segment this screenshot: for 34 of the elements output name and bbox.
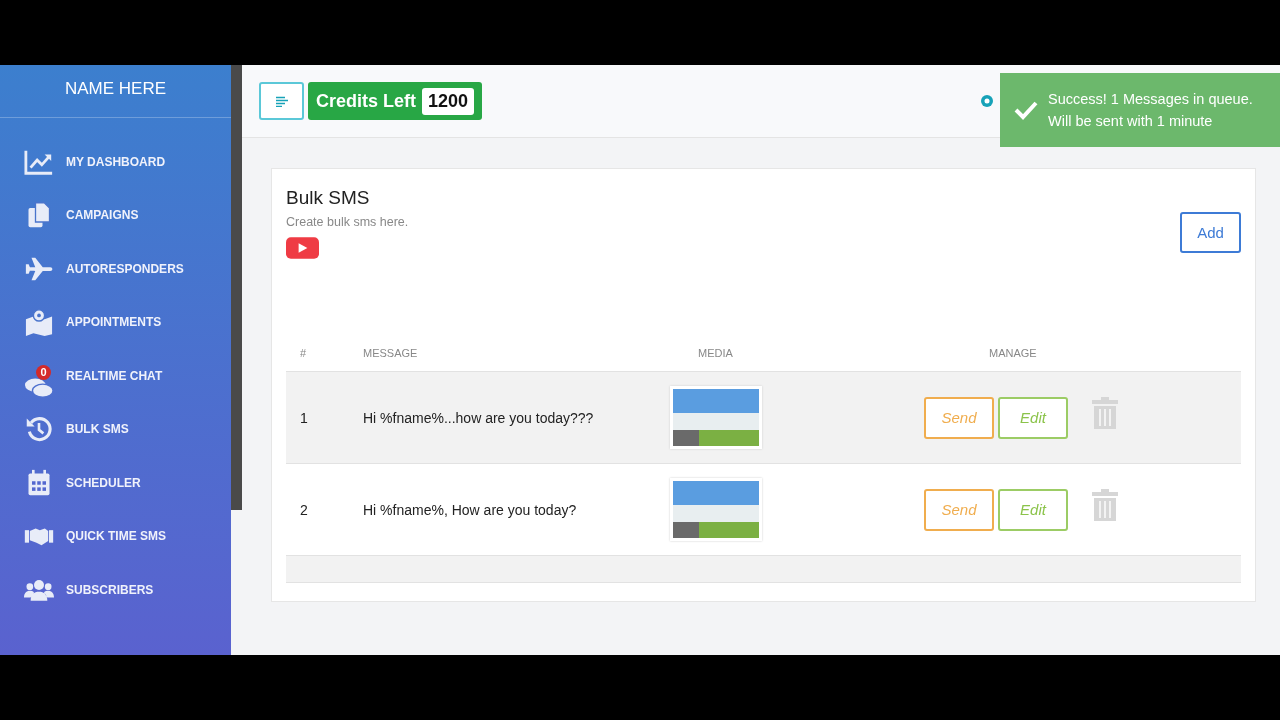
row-number: 1 [300,409,308,426]
add-button[interactable]: Add [1180,212,1241,253]
checkmark-icon [1014,100,1038,120]
sidebar-item[interactable]: 0 REALTIME CHAT [0,349,231,403]
video-play-icon[interactable] [286,237,319,259]
scrollbar[interactable] [231,65,242,510]
credits-label: Credits Left [316,90,416,112]
history-icon [24,415,54,444]
sidebar-item[interactable]: CAMPAIGNS [0,188,231,242]
sidebar-item[interactable]: SUBSCRIBERS [0,563,231,617]
column-header: MANAGE [989,347,1037,359]
sidebar-item[interactable]: MY DASHBOARD [0,135,231,189]
toast-message: Will be sent with 1 minute [1048,113,1214,129]
sidebar-item[interactable]: AUTORESPONDERS [0,242,231,296]
sidebar-item[interactable]: QUICK TIME SMS [0,509,231,563]
sidebar-item[interactable]: APPOINTMENTS [0,295,231,349]
sidebar-item[interactable]: SCHEDULER [0,456,231,510]
message-text: Hi %fname%...how are you today??? [363,409,594,426]
credits-count: 1200 [422,87,475,115]
column-header: MEDIA [698,347,733,359]
message-text: Hi %fname%, How are you today? [363,501,577,518]
column-header: MESSAGE [363,347,418,359]
sidebar-item[interactable]: BULK SMS [0,402,231,456]
edit-button[interactable]: Edit [998,488,1068,531]
map-pin-icon [24,308,54,337]
edit-button[interactable]: Edit [998,396,1068,439]
menu-icon [275,95,288,107]
page-subtitle: Create bulk sms here. [286,215,409,229]
column-header: # [300,347,307,359]
notification-badge: 0 [36,364,51,380]
row-number: 2 [300,501,308,518]
toast-message: Success! 1 Messages in queue. [1048,91,1253,107]
menu-button[interactable] [259,82,304,120]
page-title: Bulk SMS [286,187,371,209]
